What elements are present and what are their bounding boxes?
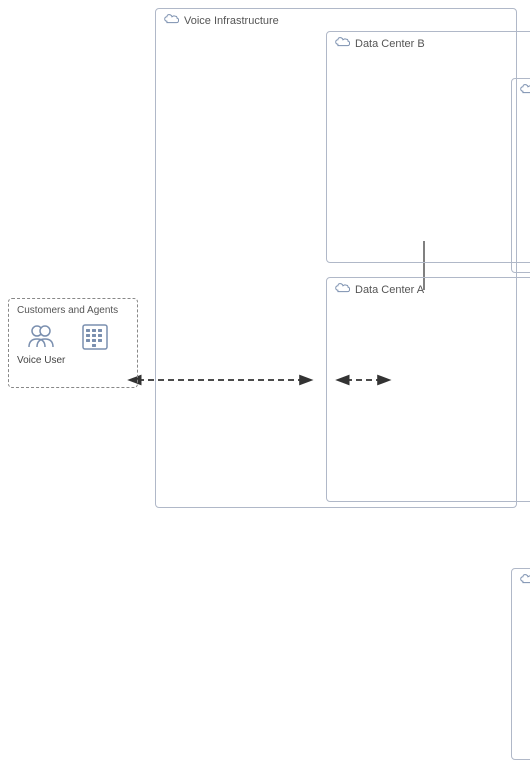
cloud-icon-dmz-a [520,573,530,585]
cloud-icon-dmz-b [520,83,530,95]
voice-infra-label: Voice Infrastructure [184,15,279,27]
dc-a-region: Data Center A DMZ [326,277,530,502]
customers-label: Customers and Agents [17,305,118,316]
cloud-icon-dc-b [335,36,351,48]
voice-user-icon [25,321,57,353]
phone-icon [79,321,111,353]
dmz-a-region: DMZ [511,568,530,760]
dc-a-label: Data Center A [355,284,424,296]
phone-icon-wrap [79,321,111,353]
voice-infra-region: Voice Infrastructure Data Center B DMZ [155,8,517,508]
cloud-icon-voice-infra [164,13,180,25]
dc-b-label: Data Center B [355,38,425,50]
voice-user-label: Voice User [17,355,65,366]
diagram-container: Voice Infrastructure Data Center B DMZ [0,0,530,520]
dmz-b-region: DMZ [511,78,530,273]
dc-b-region: Data Center B DMZ [326,31,530,263]
customers-agents-box: Customers and Agents Voice User [8,298,138,388]
voice-user-icon-wrap: Voice User [17,321,65,366]
cloud-icon-dc-a [335,282,351,294]
